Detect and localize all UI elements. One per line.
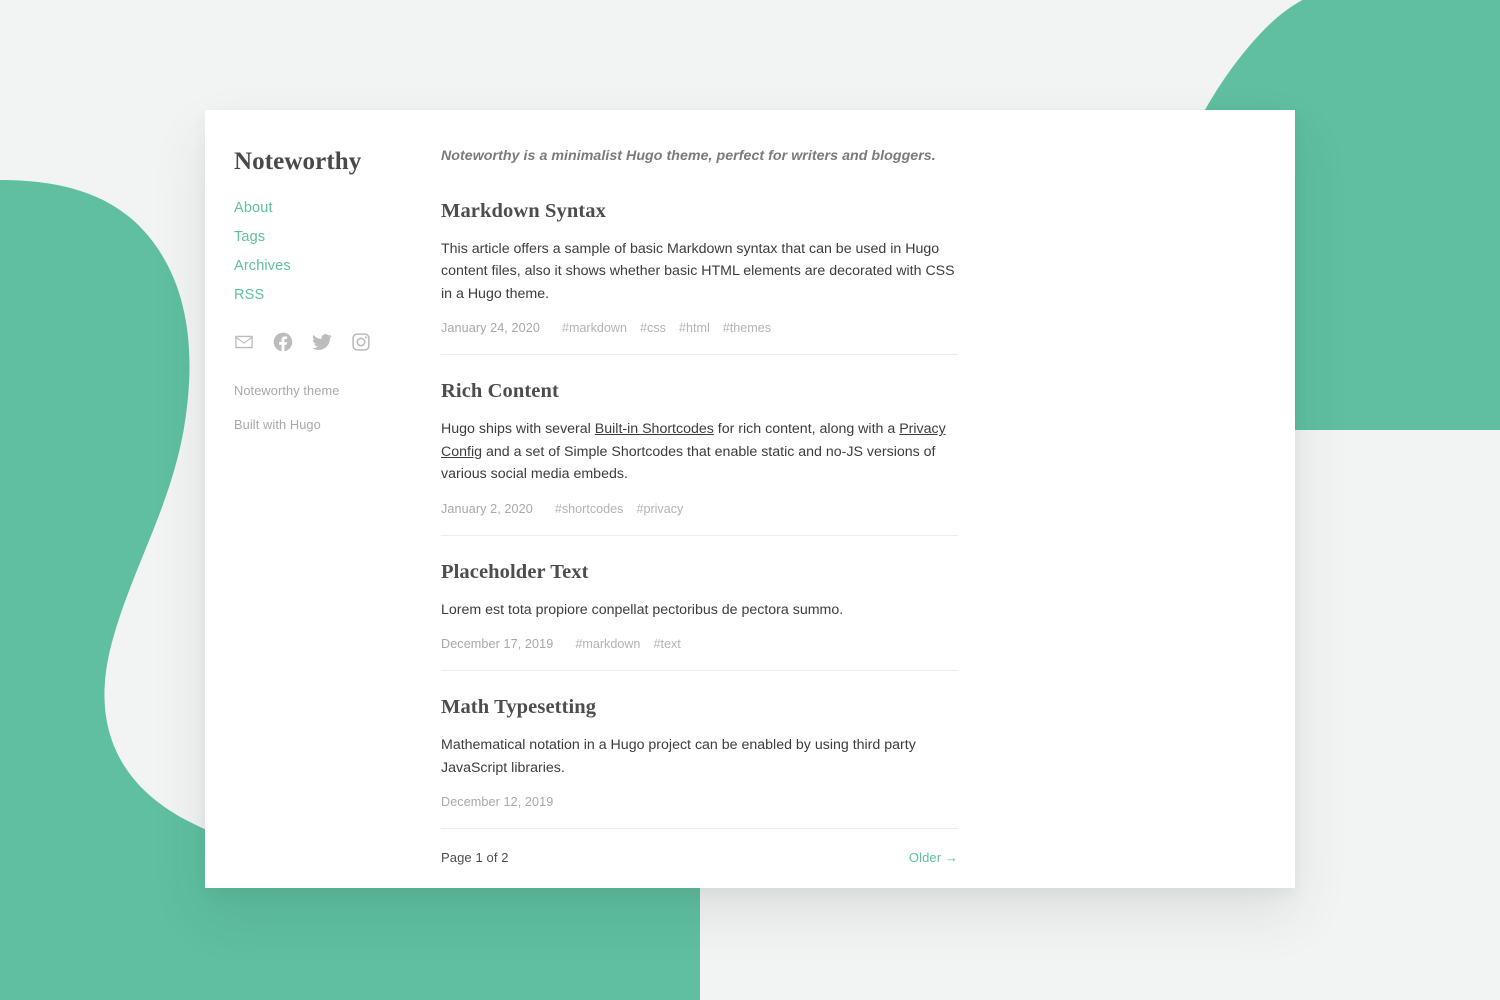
sidebar-item-archives[interactable]: Archives — [234, 257, 441, 275]
post-tags: #shortcodes #privacy — [555, 502, 684, 516]
post-summary: Mathematical notation in a Hugo project … — [441, 737, 916, 776]
post-date: December 12, 2019 — [441, 794, 554, 809]
post-date: January 24, 2020 — [441, 321, 540, 336]
instagram-icon[interactable] — [351, 332, 371, 352]
page-root: Noteworthy About Tags Archives RSS Notew… — [0, 0, 1500, 1000]
site-title: Noteworthy — [234, 148, 362, 175]
sidebar-link-archives[interactable]: Archives — [234, 258, 291, 274]
post-item: Math Typesetting Mathematical notation i… — [441, 670, 958, 828]
post-date: January 2, 2020 — [441, 501, 533, 516]
post-summary: Hugo ships with several Built-in Shortco… — [441, 421, 946, 483]
post-tag[interactable]: #privacy — [636, 502, 683, 516]
post-meta: December 12, 2019 — [441, 795, 958, 809]
twitter-icon[interactable] — [312, 332, 332, 352]
post-summary: This article offers a sample of basic Ma… — [441, 241, 955, 302]
post-meta: January 2, 2020 #shortcodes #privacy — [441, 502, 958, 516]
post-date: December 17, 2019 — [441, 637, 554, 652]
inline-link[interactable]: Built-in Shortcodes — [595, 421, 714, 437]
sidebar-link-tags[interactable]: Tags — [234, 229, 265, 245]
sidebar: Noteworthy About Tags Archives RSS Notew… — [205, 110, 441, 888]
post-item: Markdown Syntax This article offers a sa… — [441, 200, 958, 354]
theme-credit: Noteworthy theme — [234, 383, 340, 398]
main-content: Noteworthy is a minimalist Hugo theme, p… — [441, 110, 1295, 888]
post-tag[interactable]: #html — [679, 321, 710, 335]
post-title[interactable]: Rich Content — [441, 380, 958, 403]
site-card: Noteworthy About Tags Archives RSS Notew… — [205, 110, 1295, 888]
post-title[interactable]: Math Typesetting — [441, 696, 958, 719]
post-tags: #markdown #css #html #themes — [562, 321, 771, 335]
post-item: Placeholder Text Lorem est tota propiore… — [441, 534, 958, 670]
sidebar-nav: About Tags Archives RSS — [234, 199, 441, 304]
post-tags: #markdown #text — [575, 637, 680, 651]
post-summary: Lorem est tota propiore conpellat pector… — [441, 601, 844, 618]
social-links — [234, 332, 441, 352]
post-tag[interactable]: #shortcodes — [555, 502, 624, 516]
post-tag[interactable]: #markdown — [575, 637, 640, 651]
sidebar-link-rss[interactable]: RSS — [234, 287, 264, 303]
post-tag[interactable]: #text — [653, 637, 680, 651]
post-title[interactable]: Markdown Syntax — [441, 200, 958, 223]
sidebar-item-rss[interactable]: RSS — [234, 286, 441, 304]
post-meta: December 17, 2019 #markdown #text — [441, 637, 958, 651]
older-page-link[interactable]: Older → — [909, 850, 958, 865]
built-with: Built with Hugo — [234, 417, 321, 432]
post-tag[interactable]: #markdown — [562, 321, 627, 335]
post-tag[interactable]: #css — [640, 321, 666, 335]
site-tagline: Noteworthy is a minimalist Hugo theme, p… — [441, 148, 936, 164]
sidebar-item-tags[interactable]: Tags — [234, 228, 441, 246]
post-meta: January 24, 2020 #markdown #css #html #them… — [441, 321, 958, 335]
post-item: Rich Content Hugo ships with several Bui… — [441, 354, 958, 534]
sidebar-item-about[interactable]: About — [234, 199, 441, 217]
page-indicator: Page 1 of 2 — [441, 849, 509, 865]
pagination: Page 1 of 2 Older → — [441, 827, 958, 865]
post-title[interactable]: Placeholder Text — [441, 561, 958, 584]
envelope-icon[interactable] — [234, 332, 254, 352]
facebook-icon[interactable] — [273, 332, 293, 352]
sidebar-link-about[interactable]: About — [234, 200, 273, 216]
post-tag[interactable]: #themes — [723, 321, 771, 335]
